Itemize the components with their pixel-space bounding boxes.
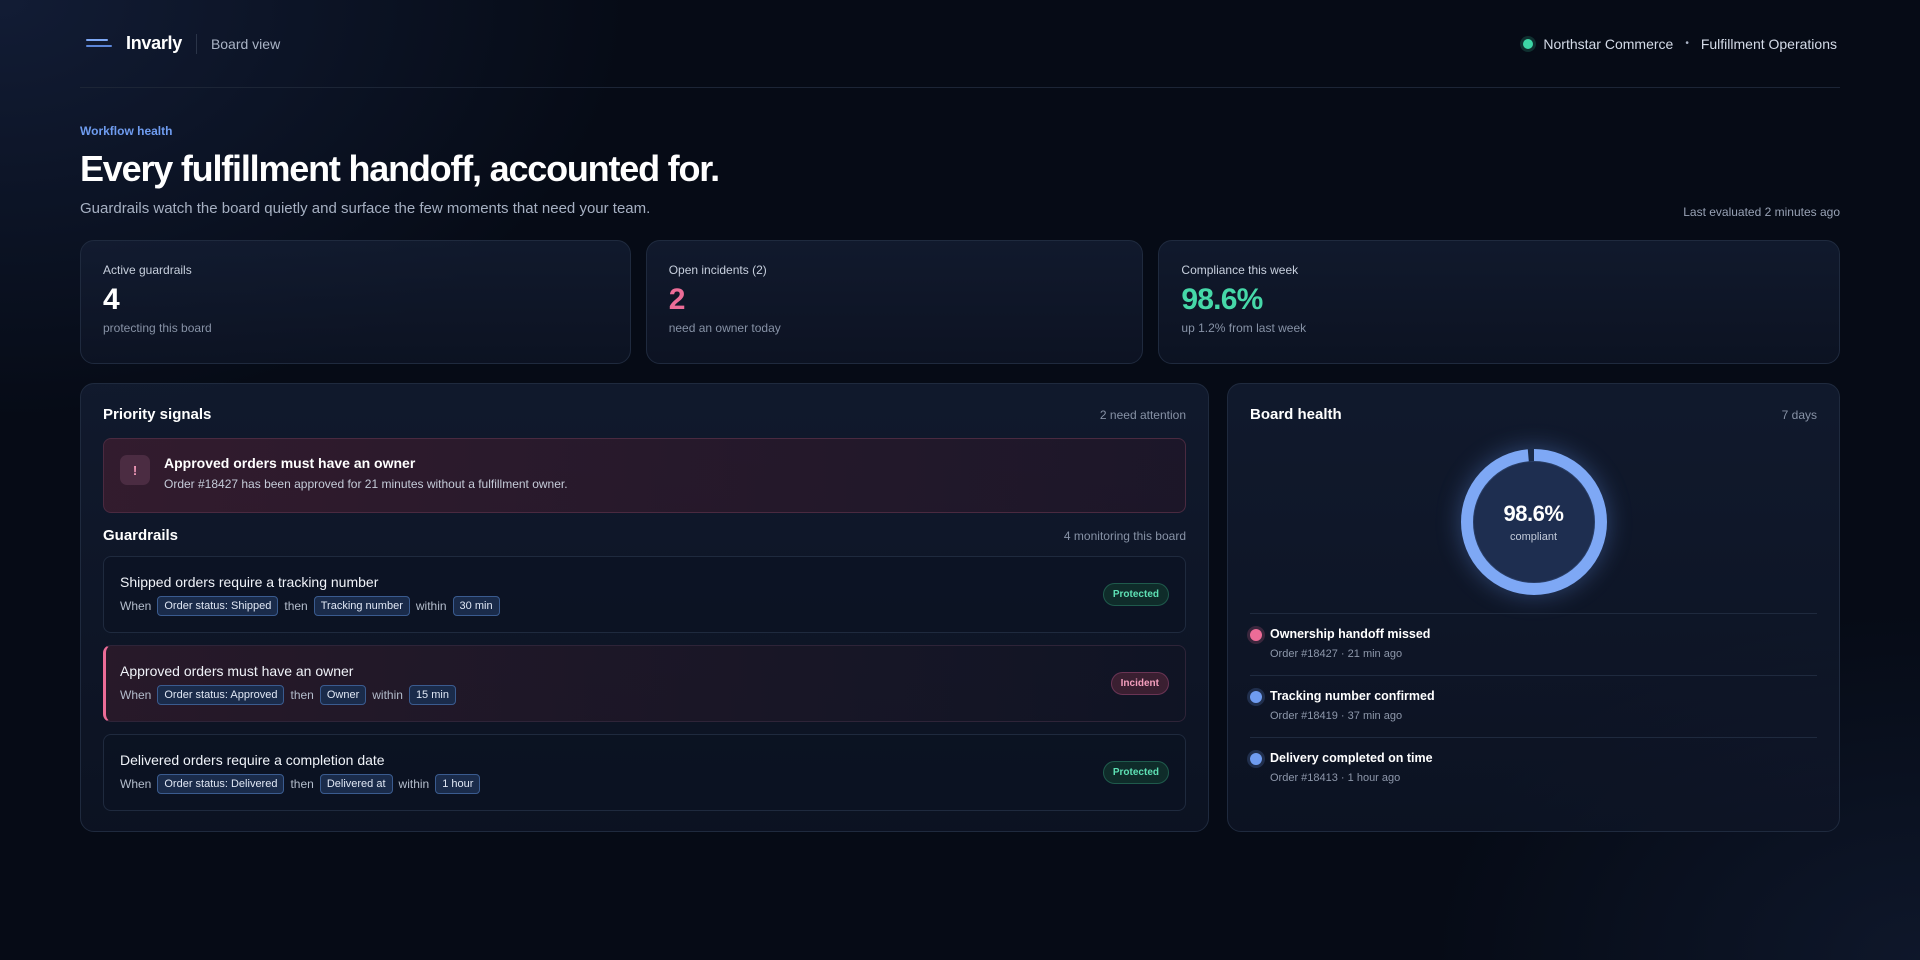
priority-title: Priority signals xyxy=(103,406,212,423)
menu-logo-icon[interactable] xyxy=(86,37,112,51)
guardrails-count: 4 monitoring this board xyxy=(1063,528,1186,543)
activity-list: Ownership handoff missed Order #18427 · … xyxy=(1250,613,1817,799)
donut-caption: compliant xyxy=(1509,531,1558,543)
hero-eyebrow: Workflow health xyxy=(80,124,173,138)
target-chip: Delivered at xyxy=(319,773,393,794)
stat-card-active-guardrails[interactable]: Active guardrails 4 protecting this boar… xyxy=(80,240,631,364)
condition-chip: Order status: Approved xyxy=(157,684,285,705)
status-dot-icon xyxy=(1523,38,1534,49)
then-label: then xyxy=(290,687,314,702)
condition-chip: Order status: Shipped xyxy=(157,595,279,616)
main-content: Priority signals 2 need attention ! Appr… xyxy=(80,383,1840,832)
stat-sub: protecting this board xyxy=(103,321,212,335)
guardrail-condition: When Order status: Approved then Owner w… xyxy=(120,684,456,705)
stat-label: Active guardrails xyxy=(103,263,192,277)
guardrail-row[interactable]: Shipped orders require a tracking number… xyxy=(103,556,1186,633)
stat-card-open-incidents[interactable]: Open incidents (2) 2 need an owner today xyxy=(645,240,1144,364)
stat-sub: need an owner today xyxy=(668,321,781,335)
event-title: Tracking number confirmed xyxy=(1270,689,1435,703)
guardrail-title: Approved orders must have an owner xyxy=(120,662,354,679)
status-badge: Protected xyxy=(1102,761,1169,784)
stat-value: 98.6% xyxy=(1181,283,1263,316)
activity-item[interactable]: Delivery completed on time Order #18413 … xyxy=(1250,737,1817,799)
guardrail-title: Delivered orders require a completion da… xyxy=(120,751,385,768)
within-label: within xyxy=(415,598,447,613)
stat-value: 4 xyxy=(103,283,120,316)
priority-panel: Priority signals 2 need attention ! Appr… xyxy=(80,383,1209,832)
donut-value: 98.6% xyxy=(1503,501,1564,526)
team-name: Fulfillment Operations xyxy=(1700,35,1837,52)
board-health-title: Board health xyxy=(1250,406,1342,423)
alert-exclamation-icon: ! xyxy=(120,455,150,485)
event-sub: Order #18413 · 1 hour ago xyxy=(1270,772,1401,784)
event-sub: Order #18427 · 21 min ago xyxy=(1270,648,1403,660)
stat-sub: up 1.2% from last week xyxy=(1181,321,1307,335)
stat-label: Open incidents (2) xyxy=(668,263,767,277)
guardrails-title: Guardrails xyxy=(103,527,179,544)
priority-count: 2 need attention xyxy=(1099,407,1186,422)
workspace-indicator[interactable]: Northstar Commerce • Fulfillment Operati… xyxy=(1523,36,1837,52)
then-label: then xyxy=(284,598,308,613)
status-badge: Protected xyxy=(1102,583,1169,606)
page-title: Every fulfillment handoff, accounted for… xyxy=(80,148,720,189)
event-sub: Order #18419 · 37 min ago xyxy=(1270,710,1403,722)
alert-text: Order #18427 has been approved for 21 mi… xyxy=(164,477,568,491)
view-label[interactable]: Board view xyxy=(211,36,280,52)
window-chip: 30 min xyxy=(452,595,500,616)
within-label: within xyxy=(372,687,403,702)
stat-card-compliance[interactable]: Compliance this week 98.6% up 1.2% from … xyxy=(1158,240,1840,364)
board-health-panel: Board health 7 days 98.6% compliant Owne… xyxy=(1227,383,1840,832)
when-label: When xyxy=(120,687,152,702)
event-dot-icon xyxy=(1250,753,1262,765)
guardrail-row[interactable]: Approved orders must have an owner When … xyxy=(103,645,1186,722)
org-name: Northstar Commerce xyxy=(1543,35,1674,52)
alert-title: Approved orders must have an owner xyxy=(164,455,416,471)
brand-divider xyxy=(195,33,197,54)
top-bar: Invarly Board view Northstar Commerce • … xyxy=(80,0,1840,88)
condition-chip: Order status: Delivered xyxy=(157,773,285,794)
when-label: When xyxy=(120,598,152,613)
compliance-donut: 98.6% compliant xyxy=(1459,447,1609,597)
within-label: within xyxy=(398,776,430,791)
status-badge: Incident xyxy=(1110,672,1169,695)
window-chip: 15 min xyxy=(408,684,456,705)
app-root: Invarly Board view Northstar Commerce • … xyxy=(80,0,1840,832)
target-chip: Tracking number xyxy=(313,595,410,616)
guardrail-title: Shipped orders require a tracking number xyxy=(120,573,379,590)
window-chip: 1 hour xyxy=(435,773,481,794)
activity-item[interactable]: Ownership handoff missed Order #18427 · … xyxy=(1250,613,1817,675)
page-subtitle: Guardrails watch the board quietly and s… xyxy=(80,200,651,217)
board-health-range: 7 days xyxy=(1781,407,1817,422)
brand[interactable]: Invarly Board view xyxy=(80,33,280,54)
when-label: When xyxy=(120,776,152,791)
stat-label: Compliance this week xyxy=(1181,263,1299,277)
stat-cards: Active guardrails 4 protecting this boar… xyxy=(80,240,1840,364)
target-chip: Owner xyxy=(319,684,367,705)
then-label: then xyxy=(290,776,314,791)
event-dot-icon xyxy=(1250,691,1262,703)
org-separator: • xyxy=(1685,38,1689,49)
brand-name[interactable]: Invarly xyxy=(126,33,182,54)
last-evaluated: Last evaluated 2 minutes ago xyxy=(1683,205,1840,219)
event-title: Ownership handoff missed xyxy=(1270,627,1431,641)
stat-value: 2 xyxy=(668,283,686,316)
guardrail-row[interactable]: Delivered orders require a completion da… xyxy=(103,734,1186,811)
guardrail-condition: When Order status: Delivered then Delive… xyxy=(120,773,481,794)
activity-item[interactable]: Tracking number confirmed Order #18419 ·… xyxy=(1250,675,1817,737)
priority-alert[interactable]: ! Approved orders must have an owner Ord… xyxy=(103,438,1186,513)
guardrail-condition: When Order status: Shipped then Tracking… xyxy=(120,595,500,616)
event-title: Delivery completed on time xyxy=(1270,751,1433,765)
event-dot-icon xyxy=(1250,629,1262,641)
